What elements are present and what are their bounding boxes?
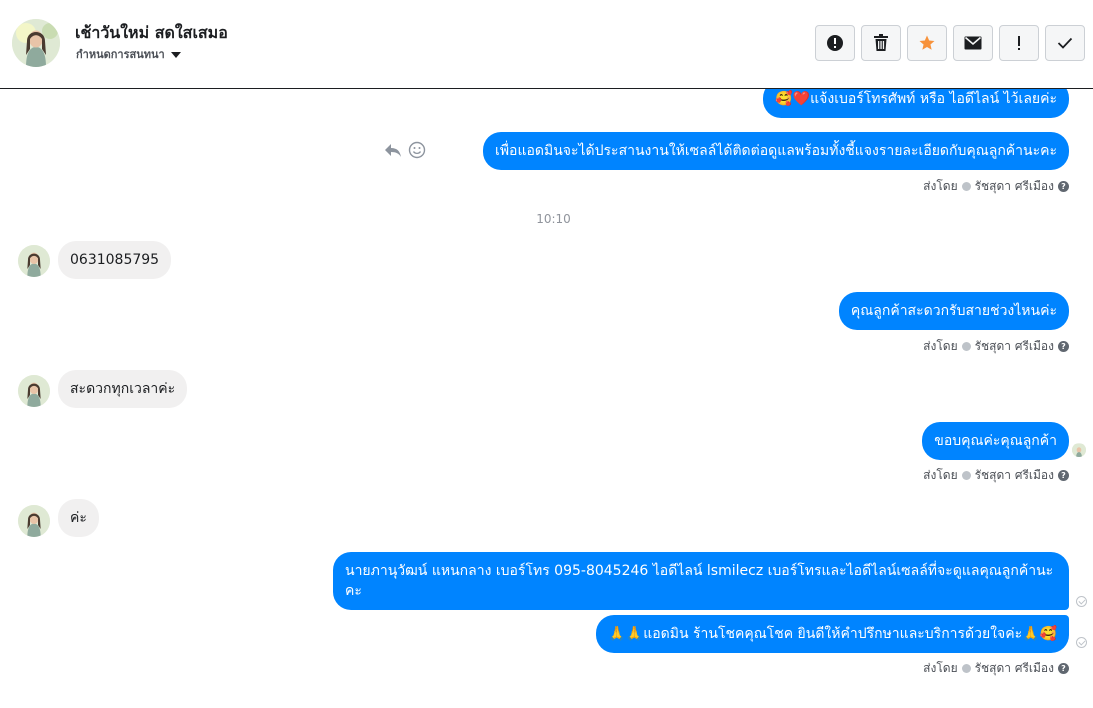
sent-by-prefix: ส่งโดย [923, 339, 958, 353]
message-thread[interactable]: 🥰❤️แจ้งเบอร์โทรศัพท์ หรือ ไอดีไลน์ ไว้เล… [0, 89, 1093, 708]
exclamation-icon [1018, 36, 1020, 50]
sent-by-agent[interactable]: รัชสุดา ศรีเมือง [975, 659, 1054, 678]
sent-by-agent[interactable]: รัชสุดา ศรีเมือง [975, 337, 1054, 356]
delete-button[interactable] [861, 25, 901, 61]
check-icon [1057, 37, 1073, 49]
agent-status-icon [961, 471, 971, 480]
sent-by-info: ส่งโดย รัชสุดา ศรีเมือง ? [923, 466, 1069, 485]
outgoing-message[interactable]: 🙏🙏แอดมิน ร้านโชคคุณโชค ยินดีให้คำปรึกษาแ… [596, 615, 1069, 653]
contact-name[interactable]: เช้าวันใหม่ สดใสเสมอ [75, 21, 228, 46]
sent-by-agent[interactable]: รัชสุดา ศรีเมือง [975, 177, 1054, 196]
message-actions [384, 141, 426, 159]
sent-by-prefix: ส่งโดย [923, 661, 958, 675]
outgoing-message[interactable]: 🥰❤️แจ้งเบอร์โทรศัพท์ หรือ ไอดีไลน์ ไว้เล… [763, 89, 1069, 118]
assign-conversation-label: กำหนดการสนทนา [76, 48, 165, 61]
sent-by-prefix: ส่งโดย [923, 468, 958, 482]
conversation-toolbar [815, 25, 1085, 61]
caret-down-icon [170, 51, 181, 58]
sent-by-info: ส่งโดย รัชสุดา ศรีเมือง ? [923, 659, 1069, 678]
incoming-message[interactable]: 0631085795 [58, 241, 172, 279]
sent-by-info: ส่งโดย รัชสุดา ศรีเมือง ? [923, 337, 1069, 356]
incoming-message[interactable]: ค่ะ [58, 499, 99, 537]
sent-by-prefix: ส่งโดย [923, 179, 958, 193]
time-divider: 10:10 [536, 212, 571, 226]
flag-button[interactable] [999, 25, 1039, 61]
star-icon [919, 35, 935, 50]
alert-circle-icon [827, 35, 843, 51]
mark-unread-button[interactable] [953, 25, 993, 61]
agent-status-icon [961, 664, 971, 673]
sender-avatar[interactable] [18, 375, 50, 407]
incoming-message[interactable]: สะดวกทุกเวลาค่ะ [58, 370, 188, 408]
sender-avatar[interactable] [18, 245, 50, 277]
reply-icon[interactable] [384, 142, 402, 158]
mark-spam-button[interactable] [815, 25, 855, 61]
help-icon[interactable]: ? [1058, 181, 1069, 192]
help-icon[interactable]: ? [1058, 663, 1069, 674]
outgoing-message[interactable]: ขอบคุณค่ะคุณลูกค้า [922, 422, 1069, 460]
delivered-check-icon [1076, 637, 1087, 648]
contact-avatar[interactable] [12, 19, 60, 67]
outgoing-message[interactable]: คุณลูกค้าสะดวกรับสายช่วงไหนค่ะ [838, 292, 1069, 330]
agent-status-icon [961, 342, 971, 351]
outgoing-message[interactable]: เพื่อแอดมินจะได้ประสานงานให้เซลล์ได้ติดต… [483, 132, 1069, 170]
trash-icon [874, 34, 888, 51]
emoji-icon[interactable] [408, 141, 426, 159]
envelope-icon [964, 36, 982, 50]
outgoing-message[interactable]: นายภานุวัฒน์ แหนกลาง เบอร์โทร 095-804524… [333, 552, 1069, 610]
star-button[interactable] [907, 25, 947, 61]
delivered-check-icon [1076, 596, 1087, 607]
sent-by-agent[interactable]: รัชสุดา ศรีเมือง [975, 466, 1054, 485]
conversation-header: เช้าวันใหม่ สดใสเสมอ กำหนดการสนทนา [0, 0, 1093, 89]
agent-status-icon [961, 182, 971, 191]
assign-conversation-dropdown[interactable]: กำหนดการสนทนา [76, 45, 181, 63]
read-receipt-avatar [1072, 443, 1086, 457]
help-icon[interactable]: ? [1058, 341, 1069, 352]
help-icon[interactable]: ? [1058, 470, 1069, 481]
sender-avatar[interactable] [18, 505, 50, 537]
mark-done-button[interactable] [1045, 25, 1085, 61]
sent-by-info: ส่งโดย รัชสุดา ศรีเมือง ? [923, 177, 1069, 196]
